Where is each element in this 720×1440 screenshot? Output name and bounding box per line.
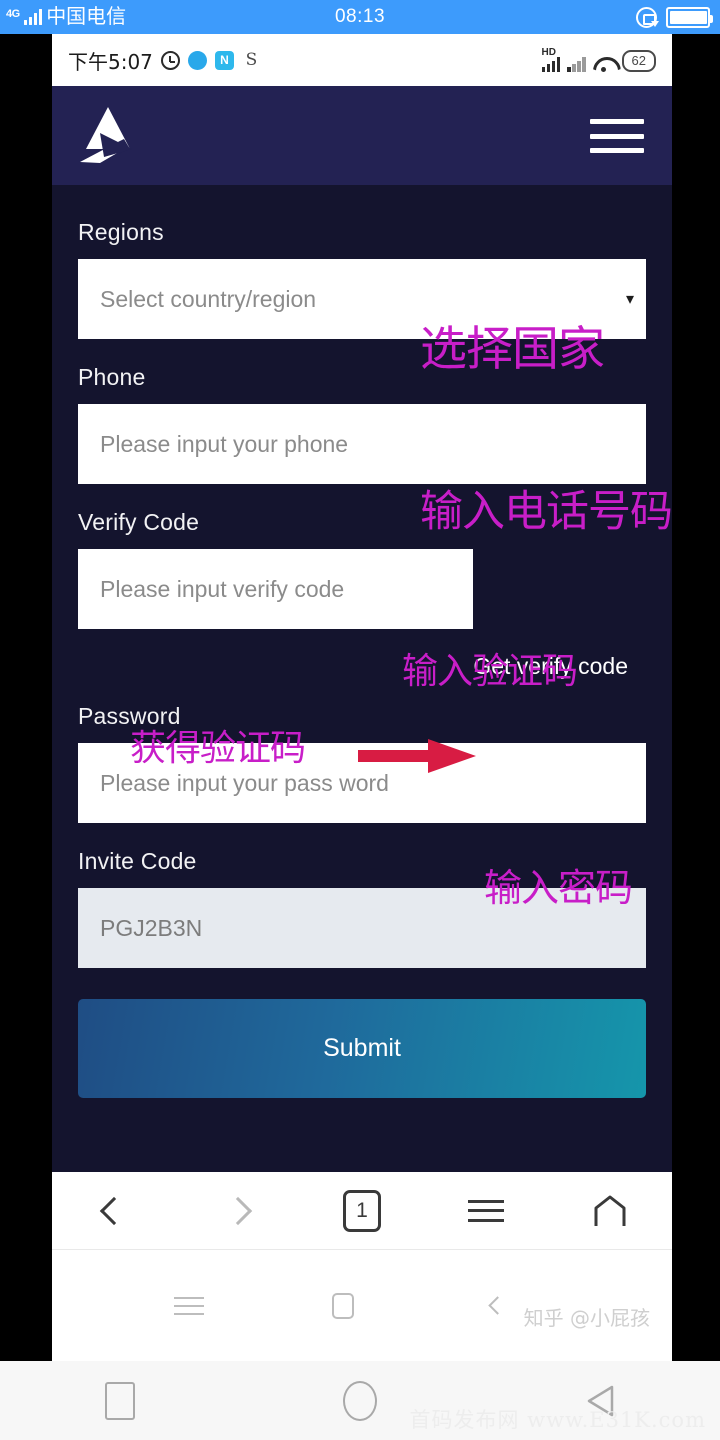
screenshot-root: 4G 中国电信 08:13 下午5:07 N S HD 62 Regions S… — [0, 0, 720, 1440]
verify-code-placeholder: Please input verify code — [100, 575, 345, 602]
phone-placeholder: Please input your phone — [100, 430, 349, 457]
recents-square-icon — [105, 1381, 135, 1420]
chevron-right-icon — [223, 1196, 253, 1225]
rotation-lock-icon — [636, 6, 659, 28]
sim1-signal-bars — [541, 56, 561, 72]
phone-bezel-right — [672, 34, 720, 1361]
device-status-left: 下午5:07 N S — [68, 46, 261, 75]
app-header — [52, 86, 672, 185]
phone-bezel-left — [0, 34, 52, 1361]
menu-icon — [174, 1296, 204, 1315]
invite-code-label: Invite Code — [78, 848, 197, 874]
wifi-icon — [593, 56, 615, 72]
app-logo-icon — [78, 105, 134, 165]
get-verify-code-row: Get verify code — [78, 629, 646, 703]
device-time: 下午5:07 — [68, 49, 153, 74]
recents-square-icon — [332, 1292, 354, 1319]
nav-home-button[interactable] — [330, 1379, 390, 1423]
softkey-back-button[interactable] — [480, 1289, 514, 1323]
hamburger-menu-icon — [468, 1199, 504, 1222]
n-app-icon: N — [214, 50, 234, 70]
battery-icon — [666, 6, 713, 28]
device-status-right: HD 62 — [541, 46, 656, 72]
region-placeholder: Select country/region — [100, 285, 317, 312]
device-status-bar: 下午5:07 N S HD 62 — [52, 34, 672, 86]
hd-label: HD — [541, 46, 556, 58]
verify-code-label: Verify Code — [78, 509, 200, 535]
zhihu-watermark: 知乎 @小屁孩 — [523, 1306, 650, 1330]
battery-percent-badge: 62 — [621, 49, 656, 72]
verify-code-input[interactable]: Please input verify code — [78, 549, 473, 629]
invite-code-input: PGJ2B3N — [78, 888, 646, 968]
nav-recents-button[interactable] — [90, 1379, 150, 1423]
system-nav-bar: 首码发布网 www.E31K.com — [0, 1361, 720, 1440]
s-app-icon: S — [245, 50, 258, 70]
hamburger-menu-icon[interactable] — [590, 119, 644, 153]
softkey-menu-button[interactable] — [172, 1289, 206, 1323]
chevron-left-icon — [99, 1196, 129, 1225]
browser-home-button[interactable] — [580, 1187, 640, 1235]
status-bar-right — [636, 0, 713, 34]
browser-tabs-button[interactable]: 1 — [332, 1187, 392, 1235]
password-placeholder: Please input your pass word — [100, 769, 389, 796]
browser-menu-button[interactable] — [456, 1187, 516, 1235]
twitter-icon — [187, 50, 207, 70]
regions-label: Regions — [78, 219, 164, 245]
chevron-down-icon: ▾ — [625, 291, 634, 308]
phone-input[interactable]: Please input your phone — [78, 404, 646, 484]
browser-forward-button[interactable] — [208, 1187, 268, 1235]
back-chevron-icon — [487, 1296, 507, 1315]
password-label: Password — [78, 703, 181, 729]
phone-viewport: 下午5:07 N S HD 62 Regions Select country/… — [52, 34, 672, 1361]
region-select[interactable]: Select country/region ▾ — [78, 259, 646, 339]
hd-signal-icon: HD — [541, 46, 561, 72]
sim2-signal-bars — [567, 56, 586, 72]
browser-back-button[interactable] — [84, 1187, 144, 1235]
submit-button[interactable]: Submit — [78, 999, 646, 1098]
home-circle-icon — [343, 1380, 377, 1421]
phone-label: Phone — [78, 364, 146, 390]
softkey-recents-button[interactable] — [326, 1289, 360, 1323]
system-status-bar: 4G 中国电信 08:13 — [0, 0, 720, 34]
registration-form: Regions Select country/region ▾ Phone Pl… — [52, 185, 672, 1098]
android-softkey-row: 知乎 @小屁孩 — [52, 1250, 672, 1361]
site-watermark: 首码发布网 www.E31K.com — [409, 1408, 706, 1432]
invite-code-value: PGJ2B3N — [100, 914, 203, 941]
home-icon — [593, 1194, 627, 1228]
alarm-clock-icon — [160, 50, 180, 70]
tab-count-badge: 1 — [343, 1189, 381, 1232]
get-verify-code-button[interactable]: Get verify code — [473, 653, 628, 680]
browser-toolbar: 1 — [52, 1172, 672, 1250]
system-clock: 08:13 — [334, 6, 386, 27]
password-input[interactable]: Please input your pass word — [78, 743, 646, 823]
